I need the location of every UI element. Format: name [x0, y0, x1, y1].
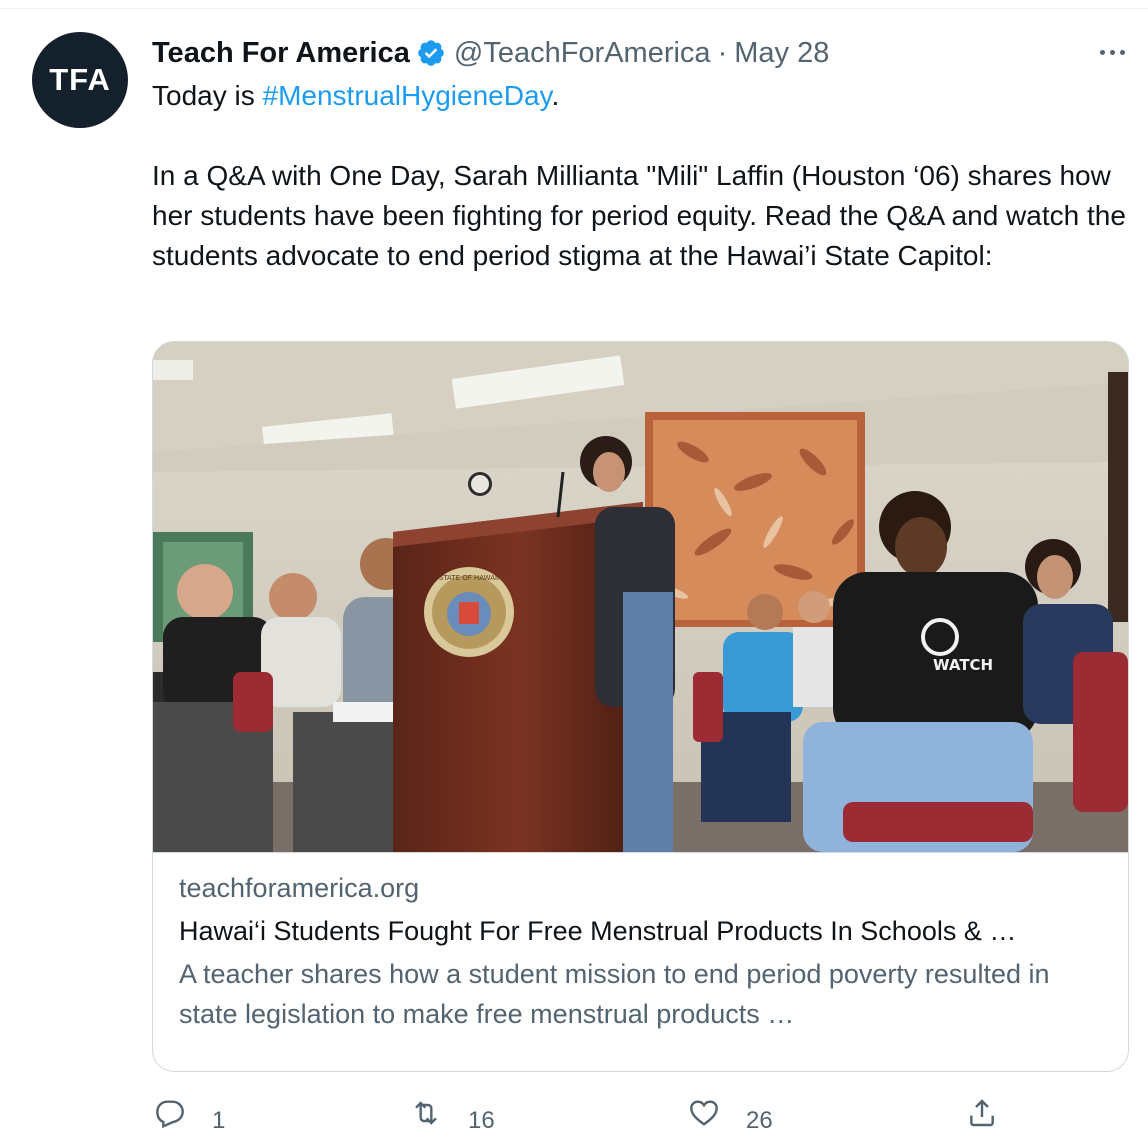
author-handle[interactable]: @TeachForAmerica	[454, 37, 711, 70]
reply-count: 1	[212, 1107, 226, 1134]
more-icon[interactable]	[1094, 38, 1130, 66]
card-text[interactable]: teachforamerica.org Hawai‘i Students Fou…	[179, 870, 1109, 1034]
card-domain: teachforamerica.org	[179, 873, 420, 903]
share-button[interactable]	[966, 1097, 998, 1129]
like-count: 26	[746, 1107, 773, 1134]
retweet-count: 16	[468, 1107, 495, 1134]
hashtag-link[interactable]: #MenstrualHygieneDay	[263, 80, 552, 111]
top-divider	[0, 8, 1148, 9]
card-title: Hawai‘i Students Fought For Free Menstru…	[179, 916, 1017, 946]
retweet-button[interactable]: 16	[410, 1097, 495, 1135]
tweet-header: Teach For America @TeachForAmerica · May…	[152, 34, 829, 72]
reply-icon	[156, 1100, 184, 1129]
card-image[interactable]: STATE OF HAWAII WATCH	[153, 342, 1128, 853]
verified-badge-icon	[418, 40, 444, 66]
tweet-text: Today is #MenstrualHygieneDay. In a Q&A …	[152, 76, 1132, 276]
author-name[interactable]: Teach For America	[152, 37, 410, 70]
like-button[interactable]: 26	[688, 1097, 773, 1135]
reply-button[interactable]: 1	[154, 1097, 225, 1135]
link-card[interactable]: STATE OF HAWAII WATCH teachforamerica.or…	[152, 341, 1129, 1072]
text-prefix: Today is	[152, 80, 263, 111]
retweet-icon	[415, 1101, 437, 1125]
tweet-line-1: Today is #MenstrualHygieneDay.	[152, 76, 1132, 116]
tweet-actions: 1 16 26	[0, 1097, 1148, 1137]
text-suffix: .	[551, 80, 560, 111]
podium-seal-text: STATE OF HAWAII	[439, 574, 499, 582]
shirt-text: WATCH	[933, 656, 993, 674]
tweet-paragraph: In a Q&A with One Day, Sarah Millianta "…	[152, 160, 1126, 271]
like-icon	[690, 1100, 718, 1126]
share-icon	[970, 1099, 994, 1127]
avatar[interactable]: TFA	[32, 32, 128, 128]
separator-dot: ·	[717, 36, 728, 69]
tweet-date[interactable]: May 28	[734, 37, 829, 70]
card-description: A teacher shares how a student mission t…	[179, 959, 1050, 1029]
